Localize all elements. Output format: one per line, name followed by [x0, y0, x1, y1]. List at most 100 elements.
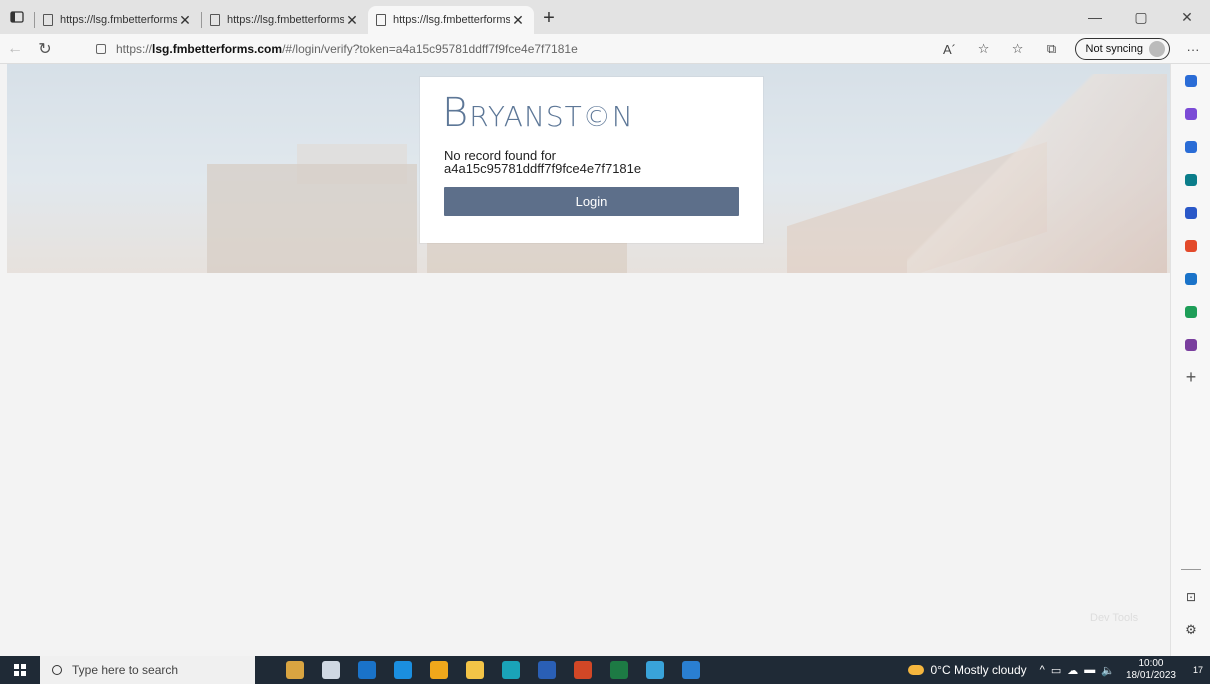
battery-icon[interactable]: ▬	[1084, 664, 1095, 676]
tree-icon[interactable]	[1171, 295, 1210, 328]
tab-actions-button[interactable]	[0, 0, 34, 34]
onedrive-icon[interactable]: ☁	[1067, 664, 1078, 677]
s-app-glyph	[682, 661, 700, 679]
start-button[interactable]	[0, 656, 40, 684]
close-icon[interactable]: ✕	[177, 12, 193, 29]
outlook-app-icon[interactable]	[349, 656, 385, 684]
task-view-icon[interactable]	[313, 656, 349, 684]
weather-widget[interactable]: 0°C Mostly cloudy	[908, 663, 1027, 677]
minimize-icon[interactable]: —	[1072, 0, 1118, 34]
clock-date: 18/01/2023	[1125, 670, 1176, 681]
tree-icon-glyph	[1185, 305, 1197, 318]
powerpoint-app-glyph	[574, 661, 592, 679]
taskbar-search[interactable]: Type here to search	[40, 656, 255, 684]
tag-icon[interactable]	[1171, 130, 1210, 163]
games-icon[interactable]	[1171, 196, 1210, 229]
collections-icon[interactable]: ⧉	[1035, 41, 1069, 57]
outlook-icon-glyph	[1185, 272, 1197, 285]
word-app-icon[interactable]	[529, 656, 565, 684]
chrome-app-glyph	[430, 661, 448, 679]
restore-icon[interactable]: ▢	[1118, 0, 1164, 34]
read-aloud-icon[interactable]: A´	[933, 42, 967, 57]
volume-icon[interactable]: 🔈	[1101, 664, 1115, 677]
office-icon-glyph	[1185, 239, 1197, 252]
url-host: lsg.fmbetterforms.com	[152, 42, 283, 56]
close-icon[interactable]: ✕	[510, 12, 526, 29]
url-prefix: https://	[116, 42, 153, 56]
lock-icon	[96, 44, 106, 54]
dev-tools-label[interactable]: Dev Tools	[1090, 612, 1138, 624]
circle-app-icon[interactable]	[1171, 328, 1210, 361]
tab-3-active[interactable]: https://lsg.fmbetterforms.com/# ✕	[368, 6, 534, 34]
search-icon[interactable]	[1171, 64, 1210, 97]
sidebar-add-button[interactable]: +	[1171, 361, 1210, 394]
tag-icon-glyph	[1185, 140, 1197, 153]
tab-title: https://lsg.fmbetterforms.com/#	[60, 14, 177, 26]
notification-center-button[interactable]: 17	[1186, 656, 1210, 684]
refresh-icon[interactable]: ↻	[30, 39, 60, 59]
browser-tab-bar: https://lsg.fmbetterforms.com/# ✕ https:…	[0, 0, 1210, 34]
explorer-app-glyph	[466, 661, 484, 679]
briefcase-icon-glyph	[1185, 173, 1197, 186]
briefcase-icon[interactable]	[1171, 163, 1210, 196]
explorer-app-icon[interactable]	[457, 656, 493, 684]
page-icon	[376, 14, 386, 26]
windows-icon	[14, 664, 26, 676]
edge-app-icon[interactable]	[493, 656, 529, 684]
search-icon	[52, 665, 62, 675]
ie-app-glyph	[394, 661, 412, 679]
snip-app-icon[interactable]	[637, 656, 673, 684]
clock-time: 10:00	[1138, 658, 1164, 669]
chevron-up-icon[interactable]: ^	[1040, 664, 1045, 676]
tab-1[interactable]: https://lsg.fmbetterforms.com/# ✕	[35, 6, 201, 34]
windows-taskbar: Type here to search 0°C Mostly cloudy ^ …	[0, 656, 1210, 684]
window-close-icon[interactable]: ✕	[1164, 0, 1210, 34]
weather-desc: Mostly cloudy	[953, 663, 1027, 677]
system-tray: 0°C Mostly cloudy ^ ▭ ☁ ▬ 🔈 10:00 18/01/…	[908, 656, 1210, 684]
excel-app-icon[interactable]	[601, 656, 637, 684]
s-app-icon[interactable]	[673, 656, 709, 684]
tab-2[interactable]: https://lsg.fmbetterforms.com/# ✕	[202, 6, 368, 34]
favorites-icon[interactable]: ☆	[1001, 41, 1035, 57]
tab-title: https://lsg.fmbetterforms.com/#	[393, 14, 510, 26]
search-placeholder: Type here to search	[72, 663, 179, 677]
new-tab-button[interactable]: +	[534, 7, 564, 30]
weather-temp: 0°C	[930, 663, 951, 677]
login-button[interactable]: Login	[444, 187, 739, 216]
pinned-apps	[277, 656, 709, 684]
close-icon[interactable]: ✕	[344, 12, 360, 29]
profile-sync-button[interactable]: Not syncing	[1074, 38, 1170, 60]
hide-sidebar-icon[interactable]: ⊡	[1171, 580, 1210, 613]
address-bar[interactable]: https://lsg.fmbetterforms.com/#/login/ve…	[92, 38, 1012, 60]
tab-title: https://lsg.fmbetterforms.com/#	[227, 14, 344, 26]
error-token: a4a15c95781ddff7f9fce4e7f7181e	[444, 161, 642, 176]
sidebar-settings-icon[interactable]: ⚙	[1171, 613, 1210, 646]
page-icon	[210, 14, 220, 26]
office-icon[interactable]	[1171, 229, 1210, 262]
divider	[1181, 569, 1201, 570]
window-controls: — ▢ ✕	[1072, 0, 1210, 34]
taskbar-clock[interactable]: 10:00 18/01/2023	[1126, 658, 1176, 682]
powerpoint-app-icon[interactable]	[565, 656, 601, 684]
widget-app-glyph	[286, 661, 304, 679]
page-viewport: BRYANST©N No record found for a4a15c9578…	[0, 64, 1170, 656]
edge-sidebar: + ⊡ ⚙	[1170, 64, 1210, 656]
favorite-add-icon[interactable]: ☆	[967, 41, 1001, 57]
widget-app-icon[interactable]	[277, 656, 313, 684]
back-icon[interactable]: ←	[0, 40, 30, 58]
page-icon	[43, 14, 53, 26]
tab-actions-icon	[10, 11, 24, 23]
sparkle-icon[interactable]	[1171, 97, 1210, 130]
games-icon-glyph	[1185, 206, 1197, 219]
search-icon-glyph	[1185, 74, 1197, 87]
more-icon[interactable]: ···	[1176, 42, 1210, 57]
outlook-icon[interactable]	[1171, 262, 1210, 295]
avatar	[1149, 41, 1165, 57]
ie-app-icon[interactable]	[385, 656, 421, 684]
chat-icon[interactable]: ▭	[1051, 664, 1061, 677]
edge-app-glyph	[502, 661, 520, 679]
chrome-app-icon[interactable]	[421, 656, 457, 684]
sync-label: Not syncing	[1085, 43, 1143, 55]
circle-app-icon-glyph	[1185, 338, 1197, 351]
sparkle-icon-glyph	[1185, 107, 1197, 120]
